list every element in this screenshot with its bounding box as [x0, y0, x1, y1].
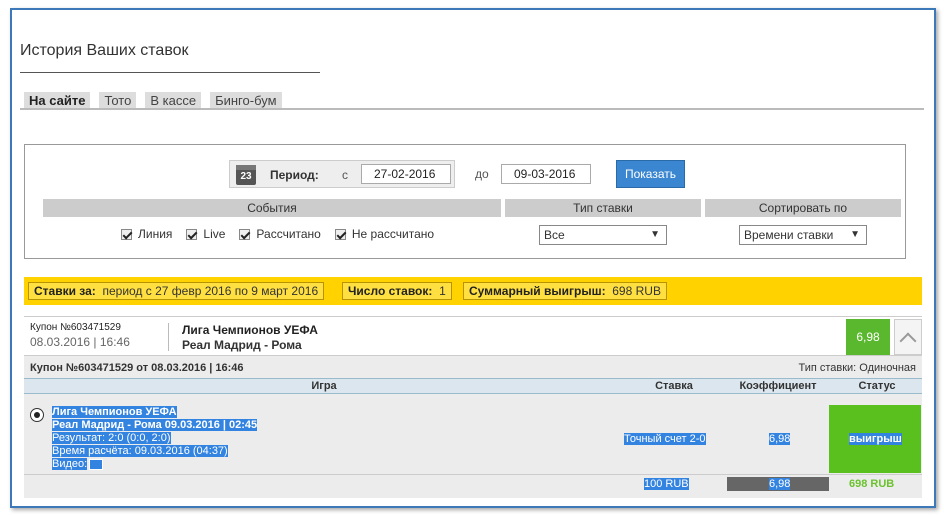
from-label: с: [342, 168, 348, 182]
coupon-league: Лига Чемпионов УЕФА: [182, 323, 318, 337]
game-video-label: Видео:: [52, 458, 88, 470]
calendar-icon[interactable]: 23: [236, 165, 256, 185]
total-stake-cell: 100 RUB: [644, 478, 689, 491]
summary-period-label: Ставки за:: [34, 284, 96, 298]
total-stake: 100 RUB: [644, 478, 689, 490]
total-coef-cell: 6,98: [769, 478, 791, 491]
checkbox-settled[interactable]: [239, 228, 251, 240]
calendar-day: 23: [240, 171, 252, 182]
summary-bar: Ставки за: период с 27 февр 2016 по 9 ма…: [24, 277, 922, 305]
filter-panel: 23 Период: с 27-02-2016 до 09-03-2016 По…: [24, 144, 906, 259]
show-button[interactable]: Показать: [616, 160, 685, 188]
summary-count-label: Число ставок:: [348, 284, 433, 298]
checkbox-settled-label: Рассчитано: [256, 227, 321, 241]
status-value: выигрыш: [849, 433, 902, 445]
game-league-line: Лига Чемпионов УЕФА: [52, 406, 177, 419]
summary-period-value: период с 27 февр 2016 по 9 март 2016: [102, 284, 319, 298]
coupon-match: Реал Мадрид - Рома: [182, 338, 302, 352]
coupon-row[interactable]: Купон №603471529 08.03.2016 | 16:46 Лига…: [24, 316, 922, 356]
tab-cashdesk[interactable]: В кассе: [145, 92, 202, 109]
game-calc-time: Время расчёта: 09.03.2016 (04:37): [52, 445, 228, 457]
detail-header: Купон №603471529 от 08.03.2016 | 16:46 Т…: [24, 360, 922, 376]
collapse-toggle-icon[interactable]: [894, 319, 922, 355]
tab-bingo-boom[interactable]: Бинго-бум: [210, 92, 282, 109]
coupon-datetime: 08.03.2016 | 16:46: [30, 335, 130, 349]
bet-coef-cell: 6,98: [769, 433, 791, 446]
period-label: Период:: [270, 168, 319, 182]
game-match: Реал Мадрид - Рома 09.03.2016 | 02:45: [52, 419, 258, 431]
bet-type-select[interactable]: Все ▼: [539, 225, 667, 245]
checkbox-live[interactable]: [186, 228, 198, 240]
total-win: 698 RUB: [849, 478, 895, 490]
to-label: до: [475, 167, 489, 181]
bet-stake-cell: Точный счет 2-0: [624, 433, 706, 446]
detail-table-header: Игра Ставка Коэффициент Статус: [24, 378, 922, 394]
game-calc-line: Время расчёта: 09.03.2016 (04:37): [52, 445, 228, 458]
summary-count-value: 1: [439, 284, 446, 298]
col-game: Игра: [311, 380, 337, 392]
game-league: Лига Чемпионов УЕФА: [52, 406, 177, 418]
sort-header: Сортировать по: [705, 199, 901, 217]
status-value-cell: выигрыш: [849, 433, 902, 446]
coupon-detail: Купон №603471529 от 08.03.2016 | 16:46 Т…: [24, 356, 922, 498]
checkbox-unsettled[interactable]: [334, 228, 346, 240]
game-result-line: Результат: 2:0 (0:0, 2:0): [52, 432, 171, 445]
events-header: События: [43, 199, 501, 217]
game-video-line: Видео:: [52, 458, 104, 471]
checkbox-unsettled-label: Не рассчитано: [351, 227, 435, 241]
chevron-down-icon: ▼: [650, 229, 660, 240]
tab-bar: На сайте Тото В кассе Бинго-бум: [24, 92, 282, 109]
col-stake: Ставка: [655, 380, 693, 392]
summary-period: Ставки за: период с 27 февр 2016 по 9 ма…: [28, 282, 325, 300]
page-title: История Ваших ставок: [20, 42, 189, 59]
bet-stake: Точный счет 2-0: [624, 433, 706, 445]
sort-select[interactable]: Времени ставки ▼: [739, 225, 867, 245]
bet-history-window: История Ваших ставок На сайте Тото В кас…: [10, 8, 936, 508]
chevron-down-icon: ▼: [850, 229, 860, 240]
checkbox-line-label: Линия: [138, 227, 173, 241]
col-status: Статус: [858, 380, 896, 392]
football-icon: [30, 408, 44, 422]
event-checkboxes: Линия Live Рассчитано Не рассчитано: [121, 227, 434, 241]
detail-bet-type: Тип ставки: Одиночная: [798, 362, 916, 374]
coupon-coef: 6,98: [846, 319, 890, 355]
tab-on-site[interactable]: На сайте: [24, 92, 91, 109]
title-divider: [20, 72, 320, 73]
summary-total: Суммарный выигрыш: 698 RUB: [463, 282, 667, 300]
sort-value: Времени ставки: [744, 228, 834, 242]
status-cell: выигрыш: [829, 405, 921, 473]
video-tv-icon[interactable]: [89, 458, 104, 470]
coupon-number: Купон №603471529: [30, 322, 121, 333]
bet-type-value: Все: [544, 228, 565, 242]
game-result: Результат: 2:0 (0:0, 2:0): [52, 432, 171, 444]
totals-divider: [24, 474, 922, 475]
date-from-input[interactable]: 27-02-2016: [361, 164, 451, 184]
total-coef: 6,98: [769, 478, 791, 490]
col-coef: Коэффициент: [739, 380, 817, 392]
checkbox-live-label: Live: [203, 227, 226, 241]
tabs-divider: [20, 108, 924, 110]
summary-total-value: 698 RUB: [612, 284, 661, 298]
tab-toto[interactable]: Тото: [99, 92, 137, 109]
game-match-line: Реал Мадрид - Рома 09.03.2016 | 02:45: [52, 419, 258, 432]
bet-type-header: Тип ставки: [505, 199, 701, 217]
date-to-input[interactable]: 09-03-2016: [501, 164, 591, 184]
detail-title: Купон №603471529 от 08.03.2016 | 16:46: [30, 362, 244, 374]
summary-total-label: Суммарный выигрыш:: [469, 284, 606, 298]
checkbox-line[interactable]: [121, 228, 132, 240]
coupon-separator: [168, 323, 169, 351]
summary-count: Число ставок: 1: [342, 282, 452, 300]
bet-coef: 6,98: [769, 433, 791, 445]
